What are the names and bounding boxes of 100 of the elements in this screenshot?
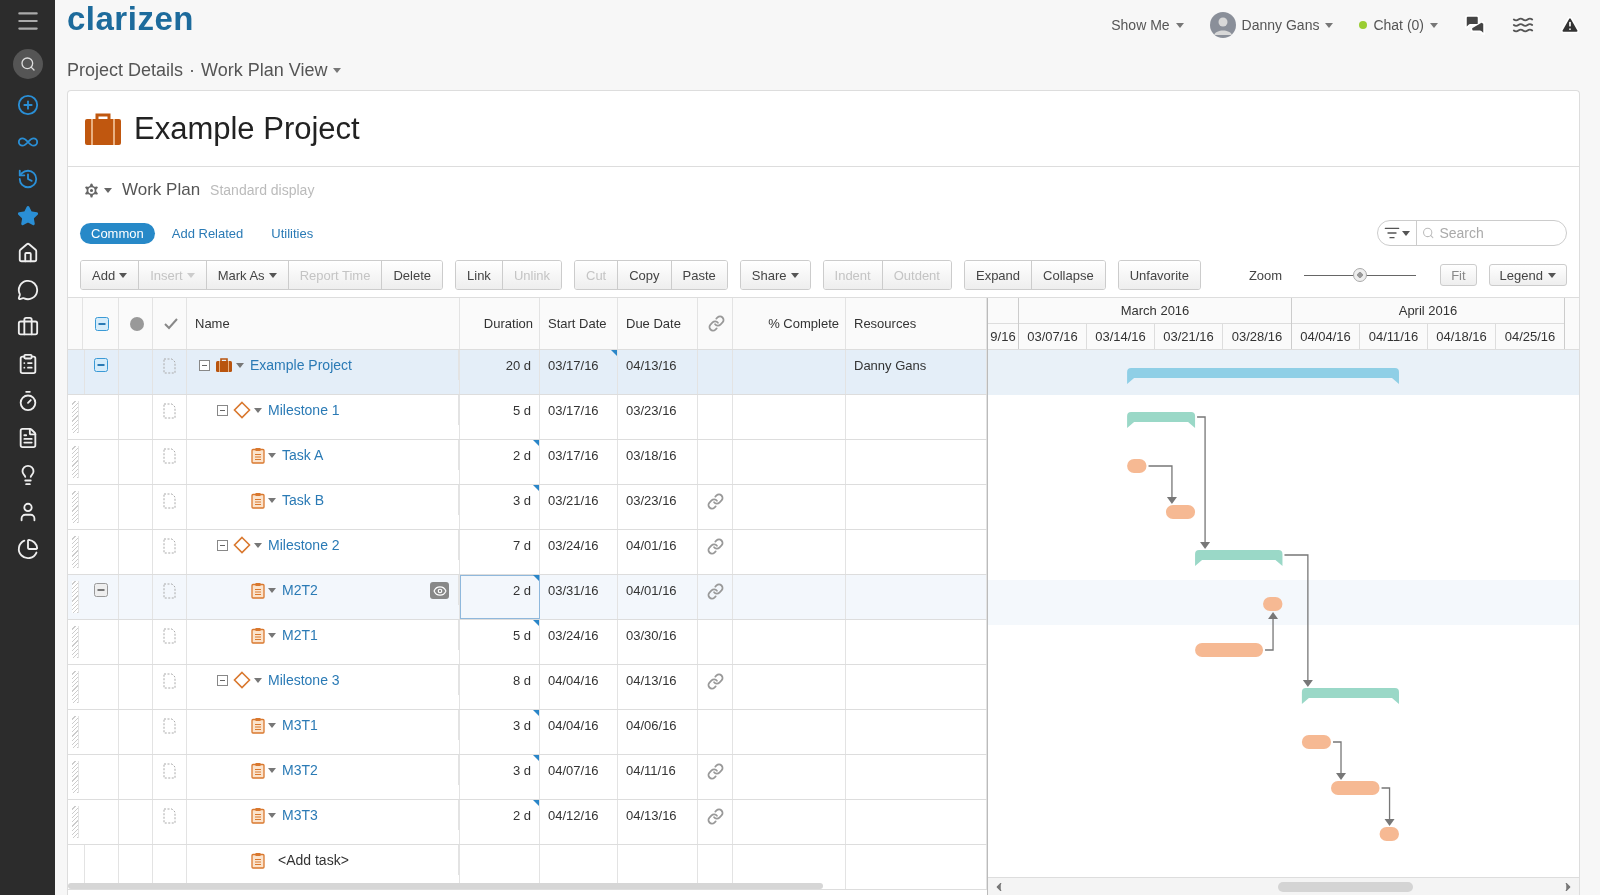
drag-handle[interactable] xyxy=(72,536,79,568)
star-icon[interactable] xyxy=(16,205,39,227)
table-row[interactable]: M2T2 2 d 03/31/16 04/01/16 xyxy=(68,575,987,620)
collapse-icon[interactable] xyxy=(199,359,210,371)
chat-bubbles-icon[interactable] xyxy=(1464,14,1486,36)
drag-handle[interactable] xyxy=(72,491,79,523)
link-icon[interactable] xyxy=(706,493,724,510)
column-header[interactable]: Name xyxy=(195,316,230,331)
toolbar-button[interactable]: Delete xyxy=(381,261,442,289)
link-icon[interactable] xyxy=(706,673,724,690)
scrollbar-thumb[interactable] xyxy=(1278,882,1413,892)
table-row[interactable]: Example Project 20 d 03/17/16 04/13/16 Danny Gans xyxy=(68,350,987,395)
drag-handle[interactable] xyxy=(72,761,79,793)
column-header[interactable]: Duration xyxy=(483,316,533,331)
toolbar-button[interactable]: Link xyxy=(456,261,502,289)
table-cell: 5 d xyxy=(512,403,531,418)
caret-icon xyxy=(104,187,112,193)
table-row[interactable]: M2T1 5 d 03/24/16 03/30/16 xyxy=(68,620,987,665)
task-name-link[interactable]: Task B xyxy=(282,492,324,508)
table-cell: 03/21/16 xyxy=(548,493,599,508)
view-menu[interactable]: Work Plan View xyxy=(201,59,342,81)
tab[interactable]: Common xyxy=(80,222,155,244)
table-row[interactable]: M3T3 2 d 04/12/16 04/13/16 xyxy=(68,800,987,845)
chat-menu[interactable]: Chat (0) xyxy=(1359,17,1438,33)
column-header[interactable]: % Complete xyxy=(768,316,839,331)
table-row[interactable]: M3T2 3 d 04/07/16 04/11/16 xyxy=(68,755,987,800)
tab[interactable]: Utilities xyxy=(260,222,325,244)
checkbox[interactable] xyxy=(93,583,108,597)
eye-icon[interactable] xyxy=(430,582,449,599)
table-row[interactable]: Milestone 2 7 d 03/24/16 04/01/16 xyxy=(68,530,987,575)
column-header[interactable]: Due Date xyxy=(626,316,681,331)
dependency-arrow xyxy=(1147,465,1177,504)
toolbar-button[interactable]: Expand xyxy=(964,261,1032,289)
task-name-link[interactable]: M3T2 xyxy=(282,762,318,778)
drag-handle[interactable] xyxy=(72,806,79,838)
table-cell: 04/13/16 xyxy=(626,673,677,688)
checkbox[interactable] xyxy=(94,316,109,331)
add-task-link[interactable]: <Add task> xyxy=(278,852,349,868)
caret-icon xyxy=(268,632,276,638)
clipboard-icon xyxy=(251,446,265,464)
link-icon[interactable] xyxy=(706,538,724,555)
link-icon[interactable] xyxy=(706,763,724,780)
add-icon[interactable] xyxy=(16,94,39,116)
toolbar-button[interactable]: Mark As xyxy=(205,261,288,289)
toolbar-button[interactable]: Unfavorite xyxy=(1118,261,1200,289)
legend-button[interactable]: Legend xyxy=(1488,264,1567,286)
collapse-icon[interactable] xyxy=(217,539,228,551)
caret-icon xyxy=(268,587,276,593)
caret-icon xyxy=(1325,22,1334,28)
column-header[interactable]: Start Date xyxy=(548,316,607,331)
slider-thumb[interactable] xyxy=(1353,268,1368,282)
task-name-link[interactable]: Task A xyxy=(282,447,324,463)
table-cell: 03/17/16 xyxy=(548,448,599,463)
task-name-link[interactable]: Milestone 3 xyxy=(268,672,340,688)
drag-handle[interactable] xyxy=(72,671,79,703)
column-header[interactable]: Resources xyxy=(854,316,917,331)
gear-icon[interactable] xyxy=(82,180,101,200)
checkbox[interactable] xyxy=(93,358,108,372)
dependency-arrow xyxy=(1380,787,1395,826)
table-row[interactable]: Milestone 1 5 d 03/17/16 03/23/16 xyxy=(68,395,987,440)
table-row[interactable]: Milestone 3 8 d 04/04/16 04/13/16 xyxy=(68,665,987,710)
table-row[interactable]: M3T1 3 d 04/04/16 04/06/16 xyxy=(68,710,987,755)
toolbar-button[interactable]: Paste xyxy=(670,261,727,289)
briefcase-icon[interactable] xyxy=(16,316,39,338)
drag-handle[interactable] xyxy=(72,401,79,433)
toolbar-button[interactable]: Copy xyxy=(617,261,671,289)
search-icon[interactable] xyxy=(12,49,43,79)
breadcrumb-link[interactable]: Project Details xyxy=(67,59,184,81)
drag-handle[interactable] xyxy=(72,626,79,658)
tab[interactable]: Add Related xyxy=(160,222,255,244)
user-menu[interactable]: Danny Gans xyxy=(1209,12,1334,38)
task-name-link[interactable]: M3T1 xyxy=(282,717,318,733)
table-row[interactable]: Task B 3 d 03/21/16 03/23/16 xyxy=(68,485,987,530)
drag-handle[interactable] xyxy=(72,581,79,613)
history-icon[interactable] xyxy=(16,168,39,190)
toolbar-button[interactable]: Share xyxy=(740,261,810,289)
table-cell: 04/01/16 xyxy=(626,538,677,553)
task-name-link[interactable]: Milestone 2 xyxy=(268,537,340,553)
drag-handle[interactable] xyxy=(72,716,79,748)
collapse-icon[interactable] xyxy=(217,404,228,416)
clipboard-icon xyxy=(251,581,265,599)
task-name-link[interactable]: M2T1 xyxy=(282,627,318,643)
warning-icon[interactable] xyxy=(1560,15,1580,35)
table-row[interactable]: Task A 2 d 03/17/16 03/18/16 xyxy=(68,440,987,485)
home-icon[interactable] xyxy=(16,242,39,264)
speech-bubble-icon[interactable] xyxy=(16,279,39,301)
link-icon[interactable] xyxy=(706,808,724,825)
task-name-link[interactable]: M3T3 xyxy=(282,807,318,823)
scrollbar-thumb[interactable] xyxy=(68,883,823,889)
toolbar-button[interactable]: Collapse xyxy=(1031,261,1105,289)
task-name-link[interactable]: M2T2 xyxy=(282,582,318,598)
task-name-link[interactable]: Milestone 1 xyxy=(268,402,340,418)
show-me-menu[interactable]: Show Me xyxy=(1111,17,1184,33)
search-box[interactable]: Search xyxy=(1377,220,1567,246)
toolbar-button[interactable]: Add xyxy=(81,261,139,289)
collapse-icon[interactable] xyxy=(217,674,228,686)
pie-chart-icon[interactable] xyxy=(16,538,39,560)
task-name-link[interactable]: Example Project xyxy=(250,357,352,373)
drag-handle[interactable] xyxy=(72,446,79,478)
link-icon[interactable] xyxy=(706,583,724,600)
